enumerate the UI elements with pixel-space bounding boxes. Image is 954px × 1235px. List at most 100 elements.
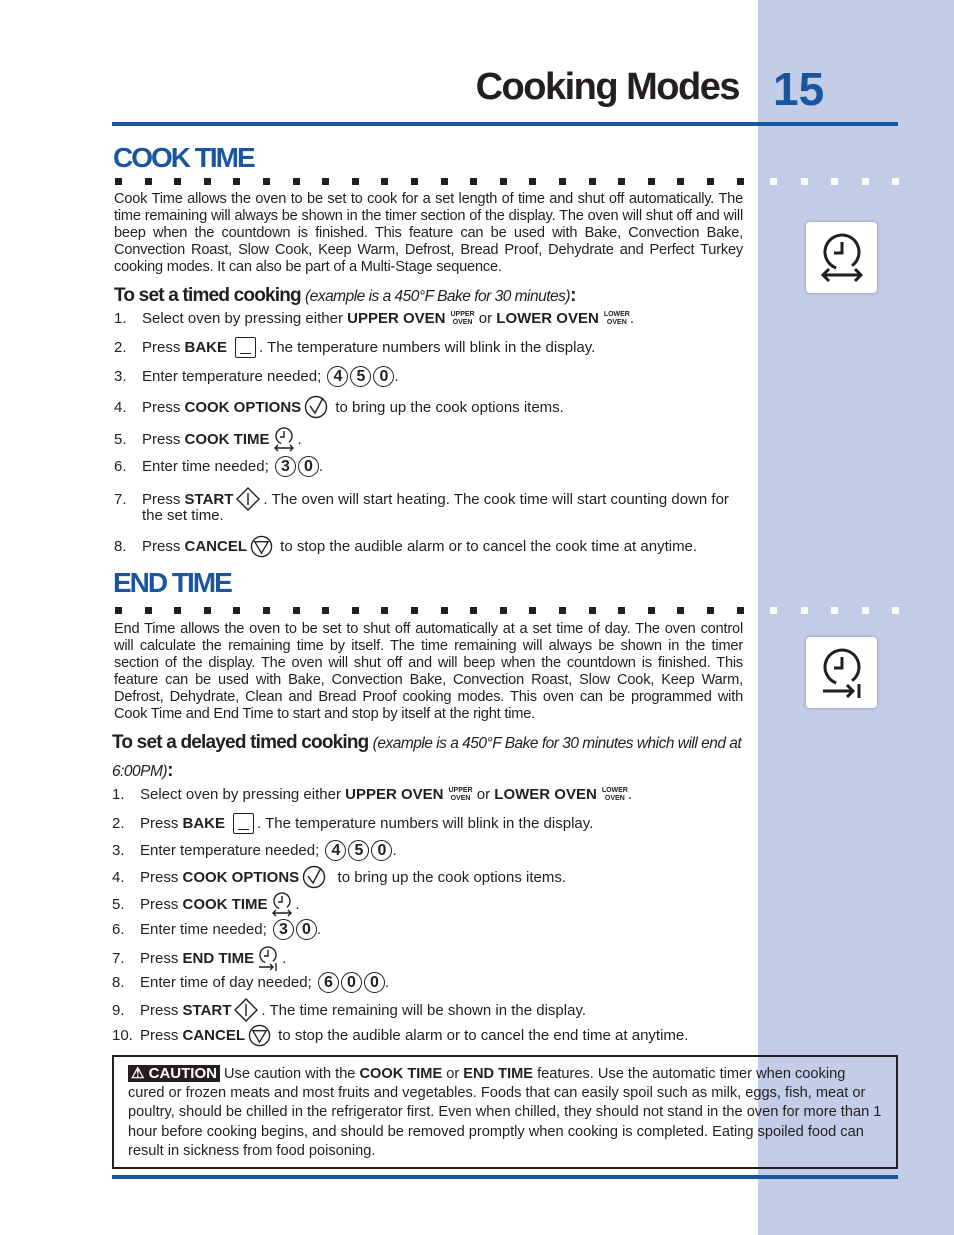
divider-dot (647, 178, 655, 185)
cook-options-icon (299, 865, 329, 889)
step-text: Press (142, 339, 185, 356)
divider-dot (144, 178, 152, 185)
step-text: . (627, 786, 633, 803)
step-number: 4. (114, 398, 127, 416)
list-item: 1. Select oven by pressing either UPPER O… (112, 786, 632, 803)
list-item: 7. Press END TIME. (112, 945, 286, 971)
start-icon (231, 998, 261, 1022)
oven-key-icon: LOWER OVEN (602, 787, 628, 803)
step-number: 6. (112, 921, 125, 938)
divider-dot (174, 607, 182, 614)
divider-dot (647, 607, 655, 614)
sidebar-band (758, 0, 954, 1235)
page-number: 15 (773, 63, 825, 115)
cancel-icon (245, 1024, 274, 1047)
button-name: END TIME (463, 1066, 534, 1082)
step-text: . (282, 949, 287, 967)
step-text: Press (142, 490, 185, 508)
step-text: to bring up the cook options items. (329, 868, 567, 886)
cook-options-icon (301, 395, 331, 419)
end-time-subheading: To set a delayed timed cooking (example … (112, 729, 742, 785)
button-name: BAKE (182, 815, 226, 832)
cook-time-subheading: To set a timed cooking (example is a 450… (114, 282, 744, 310)
step-text: Enter temperature needed; (142, 368, 326, 385)
step-number: 5. (114, 430, 127, 448)
oven-key-label: LOWER (603, 310, 630, 318)
step-text: Press (140, 815, 183, 832)
number-key-0: 0 (340, 972, 362, 993)
divider-dot (470, 607, 478, 614)
step-text: to stop the audible alarm or to cancel t… (274, 1027, 689, 1044)
step-number: 9. (112, 1001, 125, 1019)
button-name: UPPER OVEN (347, 310, 446, 327)
step-text: Enter time of day needed; (140, 974, 316, 991)
number-key-5: 5 (348, 840, 370, 861)
step-text: or (474, 310, 497, 327)
divider-dot (892, 178, 899, 185)
divider-dot (892, 607, 899, 614)
button-name: COOK TIME (184, 430, 270, 448)
divider-dot (677, 607, 685, 614)
step-text: . (629, 310, 635, 327)
start-icon (233, 487, 263, 511)
list-item: 5. Press COOK TIME. (112, 891, 300, 917)
footer-rule (112, 1175, 898, 1179)
divider-dot (381, 178, 389, 185)
page-title: Cooking Modes (475, 66, 741, 108)
step-number: 8. (112, 974, 125, 991)
button-name: BAKE (184, 339, 228, 356)
number-key-3: 3 (274, 456, 296, 477)
step-text: or (472, 786, 495, 803)
button-name: COOK OPTIONS (184, 398, 302, 416)
divider-dot (707, 178, 714, 185)
divider-dot (263, 607, 270, 614)
end-time-icon (254, 945, 282, 971)
oven-key-label: UPPER (450, 310, 475, 318)
dotted-divider (115, 607, 899, 614)
caution-badge: ⚠ CAUTION (128, 1065, 220, 1082)
list-item: 6. Enter time needed; 30. (114, 456, 323, 477)
list-item: 4. Press COOK OPTIONS to bring up the coo… (114, 395, 564, 419)
step-number: 1. (112, 786, 125, 803)
button-name: CANCEL (184, 538, 248, 555)
cook-time-icon (270, 426, 298, 452)
bake-icon (235, 337, 257, 358)
divider-dot (233, 178, 241, 185)
step-text: . The temperature numbers will blink in … (257, 815, 594, 832)
step-text: . (392, 842, 397, 859)
number-key-0: 0 (371, 840, 393, 861)
step-number: 1. (114, 310, 127, 327)
step-text: . The temperature numbers will blink in … (259, 339, 596, 356)
divider-dot (233, 607, 241, 614)
end-time-heading: END TIME (113, 567, 233, 598)
divider-dot (800, 178, 808, 185)
header-rule (112, 122, 898, 126)
number-key-0: 0 (363, 972, 385, 993)
divider-dot (292, 178, 300, 185)
cook-time-description: Cook Time allows the oven to be set to c… (114, 191, 743, 275)
cook-time-heading: COOK TIME (113, 142, 256, 173)
number-key-4: 4 (325, 840, 347, 861)
step-text: Press (140, 895, 183, 913)
list-item: 2. Press BAKE . The temperature numbers wi… (114, 337, 595, 358)
end-time-clock-arrow-icon (806, 637, 877, 708)
oven-key-label: UPPER (448, 786, 473, 794)
step-text: Select oven by pressing either (142, 310, 348, 327)
divider-dot (144, 607, 152, 614)
list-item: 1. Select oven by pressing either UPPER O… (114, 310, 634, 327)
step-text: . (297, 430, 302, 448)
button-name: END TIME (182, 949, 255, 967)
button-name: START (182, 1001, 232, 1019)
step-number: 3. (112, 842, 125, 859)
dotted-divider (115, 178, 899, 185)
divider-dot (559, 607, 566, 614)
list-item: 10. Press CANCEL to stop the audible alar… (112, 1024, 688, 1047)
step-text: to bring up the cook options items. (331, 398, 564, 416)
step-number: 7. (114, 490, 127, 508)
oven-key-label: OVEN (604, 794, 625, 802)
cook-time-clock-arrows-icon (806, 222, 877, 293)
button-name: LOWER OVEN (494, 786, 597, 803)
divider-dot (381, 607, 389, 614)
step-number: 7. (112, 949, 125, 967)
warning-triangle-icon: ⚠ (131, 1065, 145, 1082)
